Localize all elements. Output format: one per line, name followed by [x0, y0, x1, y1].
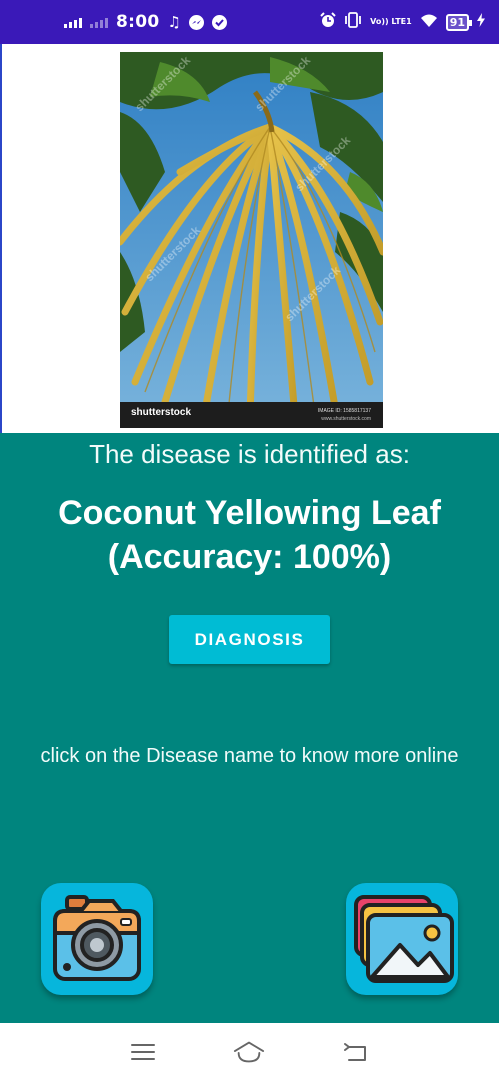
music-note-icon: ♫: [167, 13, 181, 31]
disease-name-link[interactable]: Coconut Yellowing Leaf (Accuracy: 100%): [0, 491, 499, 579]
vibrate-icon: [344, 12, 362, 32]
menu-icon: [131, 1043, 156, 1060]
status-bar: 8:00 ♫ Vo)) LTE1 91: [0, 0, 499, 44]
gallery-icon: [354, 895, 454, 983]
status-time: 8:00: [116, 12, 160, 32]
result-panel: The disease is identified as: Coconut Ye…: [0, 433, 499, 1023]
image-site-label: www.shutterstock.com: [321, 416, 371, 422]
diagnosis-button[interactable]: DIAGNOSIS: [169, 615, 330, 664]
back-button[interactable]: [340, 1038, 372, 1066]
check-circle-icon: [211, 14, 227, 30]
wifi-icon: [420, 13, 438, 32]
signal-secondary-icon: [90, 16, 108, 28]
hint-text: click on the Disease name to know more o…: [40, 745, 459, 767]
status-left: 8:00 ♫: [64, 12, 227, 32]
status-right: Vo)) LTE1 91: [320, 12, 485, 32]
menu-button[interactable]: [127, 1038, 159, 1066]
home-icon: [234, 1041, 265, 1062]
messenger-icon: [188, 14, 204, 30]
disease-name-line: Coconut Yellowing Leaf: [58, 494, 441, 532]
signal-icon: [64, 16, 82, 28]
camera-button[interactable]: [41, 883, 153, 995]
charging-icon: [477, 13, 485, 31]
navigation-bar: [0, 1023, 499, 1080]
image-id-label: IMAGE ID: 1585817137: [317, 408, 371, 414]
image-container: shutterstock shutterstock shutterstock s…: [0, 44, 499, 433]
back-icon: [343, 1042, 366, 1061]
battery-icon: 91: [445, 13, 473, 31]
disease-accuracy-line: (Accuracy: 100%): [107, 538, 392, 576]
identified-heading: The disease is identified as:: [89, 439, 410, 469]
alarm-icon: [320, 12, 336, 32]
home-button[interactable]: [233, 1038, 265, 1066]
coconut-palm-leaf-photo: shutterstock shutterstock shutterstock s…: [120, 52, 383, 428]
gallery-button[interactable]: [346, 883, 458, 995]
camera-icon: [53, 895, 141, 981]
shutterstock-footer-label: shutterstock: [131, 407, 192, 418]
volte-label: Vo)) LTE1: [370, 17, 412, 26]
